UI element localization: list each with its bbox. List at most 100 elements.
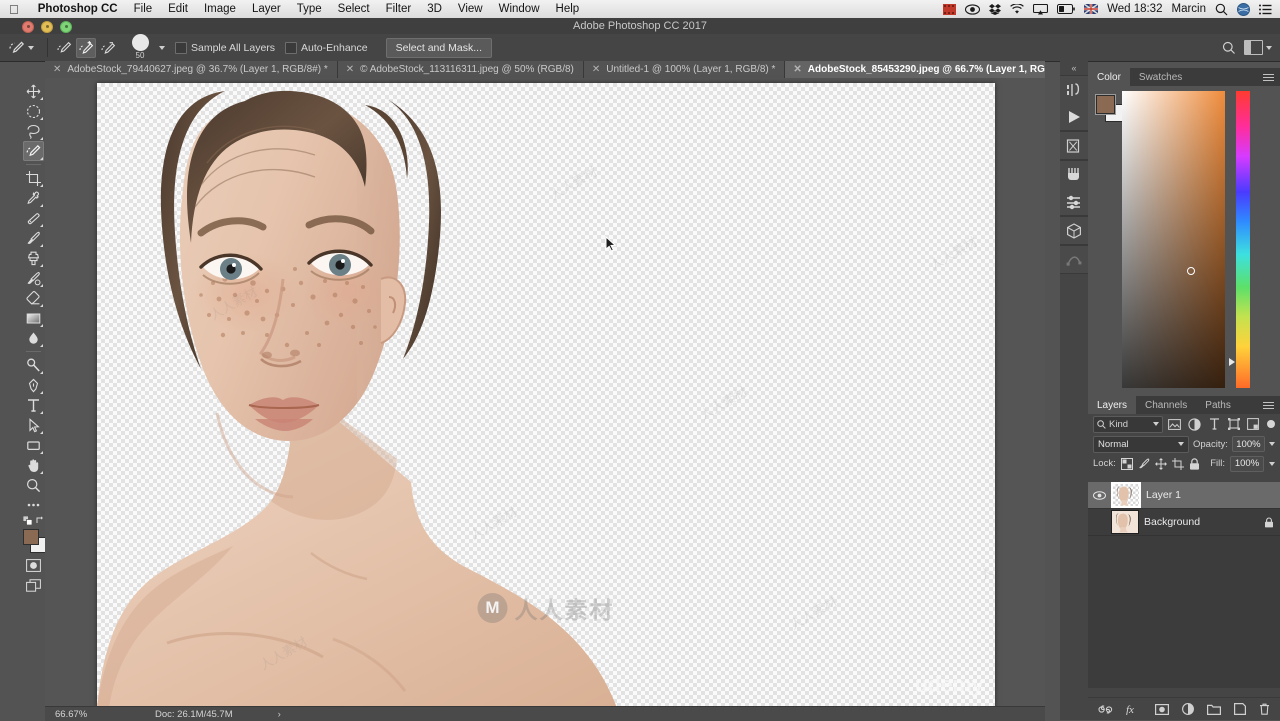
user-name-label[interactable]: Marcin xyxy=(1171,3,1206,15)
rectangle-tool[interactable] xyxy=(23,435,44,455)
history-brush-tool[interactable] xyxy=(23,268,44,288)
apple-menu-icon[interactable]:  xyxy=(0,3,30,16)
airplay-icon[interactable] xyxy=(1033,3,1049,15)
dodge-tool[interactable] xyxy=(23,355,44,375)
fill-chevron-down-icon[interactable] xyxy=(1269,461,1275,466)
hand-tool[interactable] xyxy=(23,455,44,475)
layer-style-fx-icon[interactable]: fx xyxy=(1126,703,1142,715)
layer-filter-kind-select[interactable]: Kind xyxy=(1093,415,1163,433)
color-field[interactable] xyxy=(1122,91,1225,388)
close-icon[interactable]: ✕ xyxy=(793,64,801,75)
document-canvas[interactable]: 人人素材 人人素材 人人素材 人人素材 人人素材 人人素材 人人素材 人人素材 … xyxy=(97,83,995,708)
eraser-tool[interactable] xyxy=(23,288,44,308)
menu-help[interactable]: Help xyxy=(548,3,588,15)
app-menu-photoshop[interactable]: Photoshop CC xyxy=(30,3,126,15)
path-selection-tool[interactable] xyxy=(23,415,44,435)
eyedropper-tool[interactable] xyxy=(23,188,44,208)
color-panel-menu-button[interactable] xyxy=(1263,68,1280,86)
new-layer-icon[interactable] xyxy=(1234,703,1246,715)
document-tab-3[interactable]: ✕ Untitled-1 @ 100% (Layer 1, RGB/8) * xyxy=(583,61,786,78)
table-row[interactable]: Background xyxy=(1088,509,1280,536)
zoom-level[interactable]: 66.67% xyxy=(45,709,115,720)
menu-select[interactable]: Select xyxy=(330,3,378,15)
layer-visibility-toggle[interactable] xyxy=(1092,490,1106,500)
gradient-tool[interactable] xyxy=(23,308,44,328)
siri-icon[interactable] xyxy=(1237,2,1250,16)
eye-icon[interactable] xyxy=(965,3,981,15)
close-icon[interactable]: ✕ xyxy=(592,64,600,75)
select-and-mask-button[interactable]: Select and Mask... xyxy=(385,37,492,58)
pen-tool[interactable] xyxy=(23,375,44,395)
clone-stamp-tool[interactable] xyxy=(23,248,44,268)
wifi-icon[interactable] xyxy=(1010,3,1024,15)
menu-window[interactable]: Window xyxy=(491,3,548,15)
menu-layer[interactable]: Layer xyxy=(244,3,289,15)
auto-enhance-checkbox[interactable]: Auto-Enhance xyxy=(285,41,368,54)
lock-position-icon[interactable] xyxy=(1154,457,1167,470)
tab-paths[interactable]: Paths xyxy=(1196,396,1240,414)
lock-all-icon[interactable] xyxy=(1189,457,1200,470)
properties-icon[interactable] xyxy=(1060,132,1088,159)
screen-record-icon[interactable] xyxy=(943,3,957,15)
color-field-marker[interactable] xyxy=(1187,267,1195,275)
delete-layer-icon[interactable] xyxy=(1259,703,1270,715)
sample-all-layers-checkbox[interactable]: Sample All Layers xyxy=(175,41,275,54)
lock-artboard-icon[interactable] xyxy=(1171,457,1184,470)
fill-value[interactable]: 100% xyxy=(1230,455,1264,472)
layer-name[interactable]: Background xyxy=(1144,516,1200,528)
clock-label[interactable]: Wed 18:32 xyxy=(1107,3,1162,15)
adjustments-icon[interactable] xyxy=(1060,161,1088,188)
filter-toggle[interactable] xyxy=(1267,420,1276,428)
blend-mode-select[interactable]: Normal xyxy=(1093,435,1189,453)
layers-panel-menu-button[interactable] xyxy=(1263,396,1280,414)
tab-layers[interactable]: Layers xyxy=(1088,396,1137,414)
chevron-down-icon[interactable] xyxy=(28,45,34,50)
search-icon[interactable] xyxy=(1222,41,1236,55)
brush-tool[interactable] xyxy=(23,228,44,248)
edit-toolbar-button[interactable] xyxy=(23,495,44,515)
foreground-color-swatch[interactable] xyxy=(1096,95,1115,114)
actions-play-icon[interactable] xyxy=(1060,103,1088,130)
brush-chevron-down-icon[interactable] xyxy=(159,45,165,50)
tab-color[interactable]: Color xyxy=(1088,68,1130,86)
dropbox-icon[interactable] xyxy=(989,3,1002,15)
blur-tool[interactable] xyxy=(23,328,44,348)
lock-transparent-pixels-icon[interactable] xyxy=(1120,457,1133,470)
close-icon[interactable]: ✕ xyxy=(346,64,354,75)
menu-type[interactable]: Type xyxy=(289,3,330,15)
active-tool-preset[interactable] xyxy=(0,40,42,56)
document-tab-2[interactable]: ✕ © AdobeStock_113116311.jpeg @ 50% (RGB… xyxy=(337,61,584,78)
filter-pixel-icon[interactable] xyxy=(1167,417,1183,432)
paths-disabled-icon[interactable] xyxy=(1060,246,1088,273)
menu-file[interactable]: File xyxy=(126,3,161,15)
add-to-selection-button[interactable] xyxy=(76,37,96,58)
menu-3d[interactable]: 3D xyxy=(419,3,450,15)
hue-slider-marker[interactable] xyxy=(1229,358,1235,366)
filter-adjustment-icon[interactable] xyxy=(1187,417,1203,432)
type-tool[interactable] xyxy=(23,395,44,415)
tab-channels[interactable]: Channels xyxy=(1136,396,1196,414)
battery-icon[interactable] xyxy=(1057,4,1075,14)
add-mask-icon[interactable] xyxy=(1155,703,1169,715)
canvas-area[interactable]: 人人素材 人人素材 人人素材 人人素材 人人素材 人人素材 人人素材 人人素材 … xyxy=(45,78,1045,708)
zoom-tool[interactable] xyxy=(23,475,44,495)
tab-swatches[interactable]: Swatches xyxy=(1130,68,1191,86)
filter-type-icon[interactable] xyxy=(1206,417,1222,432)
document-tab-1[interactable]: ✕ AdobeStock_79440627.jpeg @ 36.7% (Laye… xyxy=(45,61,338,78)
3d-cube-icon[interactable] xyxy=(1060,217,1088,244)
subtract-from-selection-button[interactable] xyxy=(98,38,118,58)
flag-icon[interactable] xyxy=(1084,4,1099,14)
brush-size-picker[interactable]: 50 xyxy=(123,33,157,60)
layer-name[interactable]: Layer 1 xyxy=(1146,489,1181,501)
default-colors-icon[interactable] xyxy=(22,516,32,525)
filter-smart-object-icon[interactable] xyxy=(1246,417,1262,432)
screen-mode-button[interactable] xyxy=(23,575,44,595)
menu-image[interactable]: Image xyxy=(196,3,244,15)
new-group-icon[interactable] xyxy=(1207,704,1221,715)
swap-colors-icon[interactable] xyxy=(36,516,45,525)
opacity-value[interactable]: 100% xyxy=(1231,436,1265,452)
opacity-chevron-down-icon[interactable] xyxy=(1269,442,1275,446)
quick-selection-tool[interactable] xyxy=(23,141,44,161)
menu-view[interactable]: View xyxy=(450,3,491,15)
collapse-panels-icon[interactable]: « xyxy=(1071,61,1076,75)
